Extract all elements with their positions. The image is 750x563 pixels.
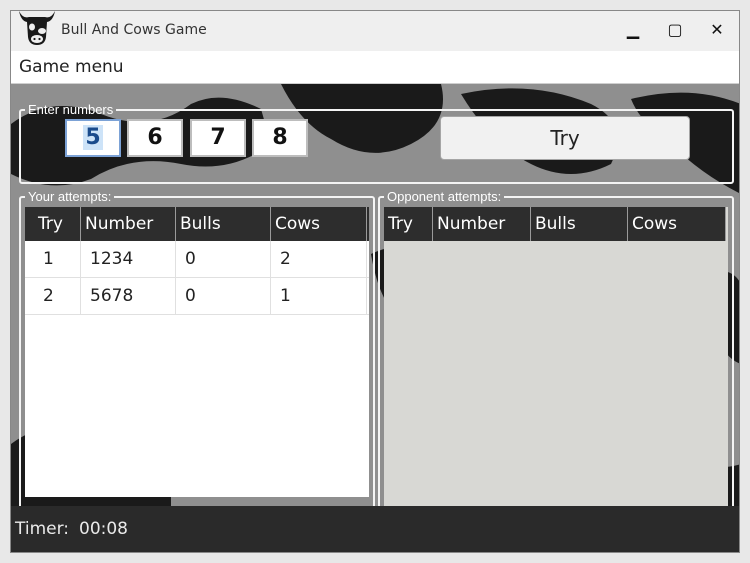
cell-bulls: 0 — [176, 278, 271, 314]
column-header-cows[interactable]: Cows — [628, 207, 726, 241]
app-window: Bull And Cows Game ▁ ▢ ✕ Game menu Enter… — [10, 10, 740, 553]
menu-bar: Game menu — [11, 51, 739, 84]
digit-input-1[interactable]: 5 — [65, 119, 121, 157]
cell-try: 1 — [34, 241, 81, 277]
close-button[interactable]: ✕ — [701, 15, 733, 45]
column-header-bulls[interactable]: Bulls — [176, 207, 271, 241]
table-row[interactable]: 2 5678 0 1 — [25, 278, 369, 315]
column-header-try[interactable]: Try — [384, 207, 433, 241]
cow-head-icon — [19, 11, 55, 45]
column-header-bulls[interactable]: Bulls — [531, 207, 628, 241]
opponent-attempts-legend: Opponent attempts: — [387, 189, 502, 204]
cell-cows: 2 — [271, 241, 367, 277]
menu-item-game[interactable]: Game menu — [19, 57, 124, 77]
cell-cows: 1 — [271, 278, 367, 314]
digit-input-2[interactable]: 6 — [127, 119, 183, 157]
your-attempts-table[interactable]: Try Number Bulls Cows 1 1234 0 2 2 5678 … — [25, 207, 369, 497]
cell-bulls: 0 — [176, 241, 271, 277]
table-row[interactable]: 1 1234 0 2 — [25, 241, 369, 278]
cell-number: 5678 — [81, 278, 176, 314]
window-title: Bull And Cows Game — [61, 22, 207, 38]
minimize-button[interactable]: ▁ — [617, 15, 649, 45]
title-bar[interactable]: Bull And Cows Game ▁ ▢ ✕ — [11, 11, 739, 51]
timer-value: 00:08 — [79, 519, 128, 539]
cell-number: 1234 — [81, 241, 176, 277]
your-attempts-legend: Your attempts: — [28, 189, 112, 204]
try-button[interactable]: Try — [440, 116, 690, 160]
digit-input-4[interactable]: 8 — [252, 119, 308, 157]
your-attempts-header: Try Number Bulls Cows — [25, 207, 369, 241]
close-icon: ✕ — [710, 20, 724, 39]
minimize-icon: ▁ — [626, 20, 640, 39]
column-header-cows[interactable]: Cows — [271, 207, 367, 241]
status-bar: Timer: 00:08 — [11, 506, 739, 552]
digit-input-3[interactable]: 7 — [190, 119, 246, 157]
maximize-icon: ▢ — [667, 20, 683, 39]
column-header-number[interactable]: Number — [433, 207, 531, 241]
opponent-attempts-table[interactable]: Try Number Bulls Cows — [384, 207, 728, 506]
opponent-attempts-header: Try Number Bulls Cows — [384, 207, 726, 241]
maximize-button[interactable]: ▢ — [659, 15, 691, 45]
column-header-number[interactable]: Number — [81, 207, 176, 241]
timer-label: Timer: — [15, 519, 70, 539]
cell-try: 2 — [34, 278, 81, 314]
column-header-try[interactable]: Try — [34, 207, 81, 241]
main-content: Enter numbers 5 6 7 8 Try Your attempts:… — [11, 84, 739, 506]
enter-numbers-legend: Enter numbers — [28, 102, 114, 117]
